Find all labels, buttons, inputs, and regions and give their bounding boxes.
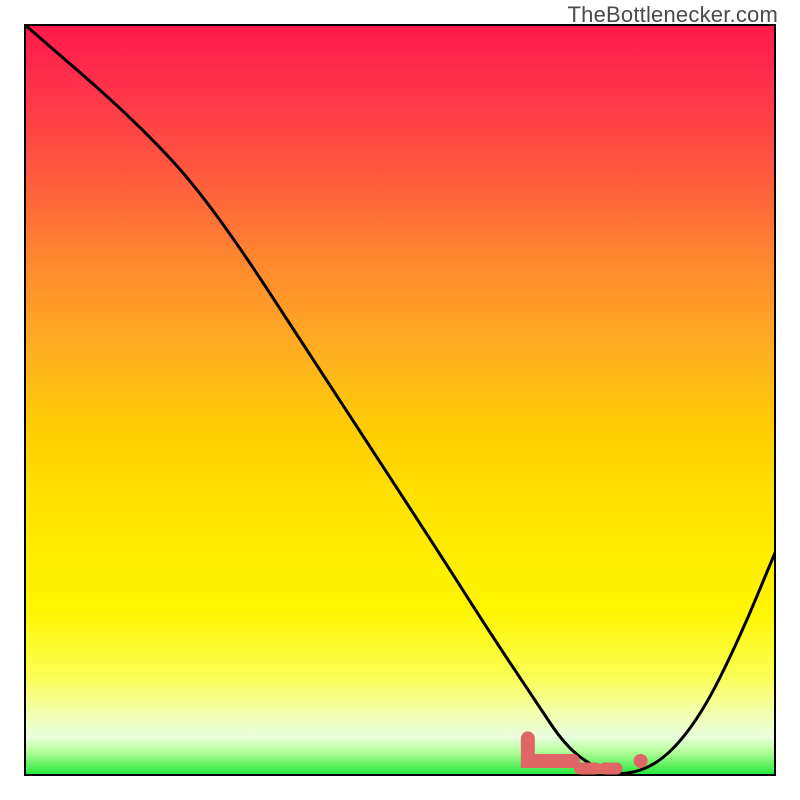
chart-frame [24, 24, 776, 776]
gradient-background [26, 26, 774, 774]
